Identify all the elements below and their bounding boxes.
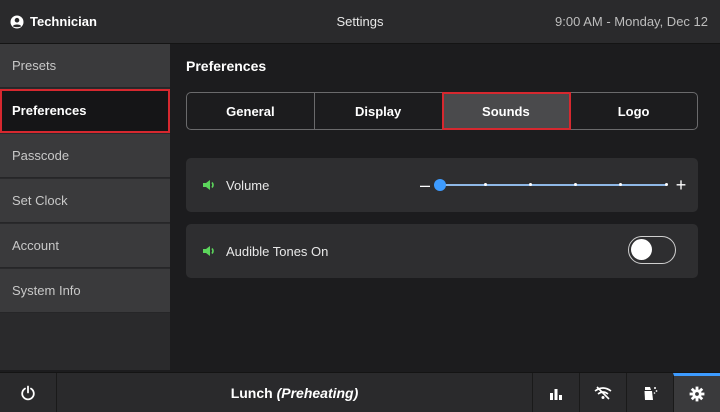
volume-label: Volume (226, 177, 270, 193)
cleaning-icon (644, 386, 658, 400)
wifi-off-icon (594, 385, 612, 400)
user-icon (10, 15, 24, 28)
cleaning-button[interactable] (626, 373, 673, 412)
tab-general[interactable]: General (187, 93, 315, 129)
volume-step-dot (664, 183, 668, 186)
volume-row: Volume – + (186, 158, 698, 212)
toggle-knob (631, 239, 652, 260)
volume-step-dot (574, 183, 578, 186)
tab-sounds[interactable]: Sounds (441, 92, 572, 130)
tones-row: Audible Tones On (186, 224, 698, 278)
sidebar-item-set-clock[interactable]: Set Clock (0, 179, 170, 223)
volume-step-dot (619, 183, 623, 186)
sidebar-item-preferences[interactable]: Preferences (0, 89, 170, 133)
cook-status-mode: Lunch (230, 384, 273, 401)
volume-step-dot (483, 183, 487, 186)
gear-icon (689, 386, 705, 402)
stats-button[interactable] (532, 373, 579, 412)
volume-slider: – + (418, 158, 688, 212)
main-panel: Preferences General Display Sounds Logo … (170, 44, 720, 370)
bar-chart-icon (550, 388, 562, 400)
section-title: Preferences (186, 58, 267, 74)
wifi-button[interactable] (579, 373, 626, 412)
volume-thumb[interactable] (434, 179, 446, 191)
power-icon (21, 385, 35, 400)
speaker-icon (202, 245, 216, 257)
volume-step-dot (528, 183, 532, 186)
tab-display[interactable]: Display (315, 93, 443, 129)
volume-increase-button[interactable]: + (674, 175, 688, 196)
user-indicator[interactable]: Technician (0, 14, 210, 29)
bottom-bar: Lunch (Preheating) (0, 372, 720, 412)
volume-track[interactable] (434, 179, 668, 191)
tab-logo[interactable]: Logo (570, 93, 697, 129)
sidebar-item-passcode[interactable]: Passcode (0, 134, 170, 178)
power-button[interactable] (0, 373, 57, 412)
sidebar-item-account[interactable]: Account (0, 224, 170, 268)
cook-status: Lunch (Preheating) (57, 385, 532, 401)
user-name: Technician (30, 14, 97, 29)
sidebar-item-system-info[interactable]: System Info (0, 269, 170, 313)
top-bar: Technician Settings 9:00 AM - Monday, De… (0, 0, 720, 44)
cook-status-state: (Preheating) (276, 384, 359, 401)
tones-toggle[interactable] (628, 236, 676, 264)
volume-decrease-button[interactable]: – (418, 175, 432, 196)
settings-button[interactable] (673, 373, 720, 412)
speaker-icon (202, 179, 216, 191)
tones-label: Audible Tones On (226, 243, 329, 259)
tab-bar: General Display Sounds Logo (186, 92, 698, 130)
sidebar: Presets Preferences Passcode Set Clock A… (0, 44, 170, 370)
clock-readout: 9:00 AM - Monday, Dec 12 (555, 14, 708, 29)
sidebar-item-presets[interactable]: Presets (0, 44, 170, 88)
